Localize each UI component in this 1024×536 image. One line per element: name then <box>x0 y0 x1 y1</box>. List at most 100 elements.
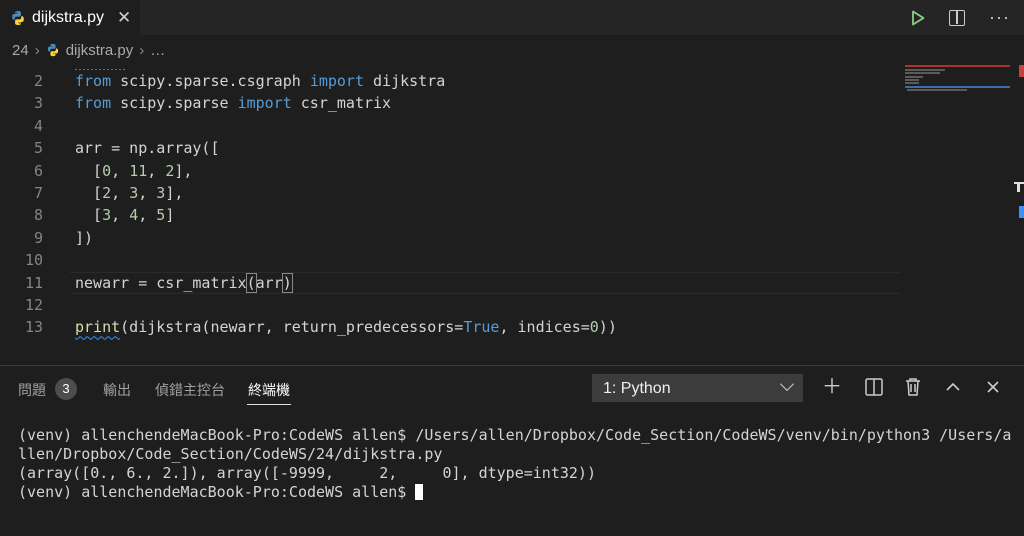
code-token: scipy.sparse <box>111 94 238 113</box>
code-token: [ <box>75 161 103 180</box>
code-token: arr = np.array([ <box>75 139 220 158</box>
code-token: ], <box>174 161 193 180</box>
code-token: (dijkstra(newarr, return_predecessors= <box>120 318 464 337</box>
code-line: 11 newarr = csr_matrix(arr) <box>0 272 1024 294</box>
code-token: ] <box>165 206 175 225</box>
code-line: 10 <box>0 249 1024 271</box>
breadcrumb-folder[interactable]: 24 <box>12 42 29 59</box>
line-number: 2 <box>33 72 43 90</box>
code-line: 13 print(dijkstra(newarr, return_predeces… <box>0 316 1024 338</box>
problems-count-badge: 3 <box>55 378 77 400</box>
code-token: 2 <box>165 161 175 180</box>
code-token: dijkstra <box>364 72 446 90</box>
panel-tabs: 問題 3 輸出 偵錯主控台 終端機 1: Python ＋ <box>0 366 1024 410</box>
tab-problems[interactable]: 問題 <box>18 380 46 400</box>
code-token: print <box>75 318 121 337</box>
code-line: 2 from scipy.sparse.csgraph import dijkst… <box>0 70 1024 92</box>
code-token: , <box>111 206 130 225</box>
code-token: 3 <box>129 184 139 202</box>
terminal-cursor <box>415 484 424 500</box>
code-token: 0 <box>102 161 112 180</box>
split-terminal-icon[interactable] <box>862 375 886 399</box>
code-token: , indices= <box>499 318 590 337</box>
add-icon[interactable]: ＋ <box>820 375 844 399</box>
terminal-line: (venv) allenchendeMacBook-Pro:CodeWS all… <box>18 426 1012 444</box>
terminal-prompt-line: (venv) allenchendeMacBook-Pro:CodeWS all… <box>18 483 1011 502</box>
more-actions-icon[interactable]: ··· <box>989 7 1010 28</box>
code-token: arr <box>255 273 283 292</box>
code-line: 12 <box>0 294 1024 316</box>
code-token: 3 <box>102 206 112 225</box>
code-line: 3 from scipy.sparse import csr_matrix <box>0 92 1024 114</box>
editor-tab-dijkstra[interactable]: dijkstra.py ✕ <box>0 0 140 35</box>
line-number: 3 <box>33 94 43 113</box>
code-text: ]) <box>75 227 93 249</box>
run-icon[interactable] <box>911 10 925 26</box>
code-token: , <box>138 184 157 202</box>
line-number: 9 <box>33 228 43 247</box>
close-icon[interactable]: ✕ <box>117 8 131 28</box>
code-text: from scipy.sparse.csgraph import dijkstr… <box>75 70 445 92</box>
chevron-up-icon[interactable] <box>941 375 965 399</box>
editor-tab-bar: dijkstra.py ✕ ··· <box>0 0 1024 35</box>
tab-filename: dijkstra.py <box>32 8 105 26</box>
code-token: True <box>463 318 500 337</box>
code-token: import <box>237 94 292 113</box>
chevron-right-icon: › <box>34 41 40 59</box>
close-icon[interactable] <box>981 375 1005 399</box>
code-token: from <box>75 72 112 90</box>
code-token: , <box>111 184 130 202</box>
code-line: 7 [2, 3, 3], <box>0 182 1024 204</box>
line-number: 11 <box>24 273 43 292</box>
line-number: 7 <box>33 184 43 202</box>
breadcrumb-file[interactable]: dijkstra.py <box>66 42 134 59</box>
line-number: 13 <box>24 318 43 337</box>
code-token: ) <box>281 272 293 293</box>
terminal-prompt: (venv) allenchendeMacBook-Pro:CodeWS all… <box>18 483 416 501</box>
editor-actions: ··· <box>911 0 1010 35</box>
code-token: 11 <box>129 161 148 180</box>
code-token: 4 <box>129 206 139 225</box>
code-text: arr = np.array([ <box>75 137 220 159</box>
code-text: [0, 11, 2], <box>75 160 192 182</box>
tab-output[interactable]: 輸出 <box>103 380 131 400</box>
code-text: print(dijkstra(newarr, return_predecesso… <box>75 316 617 338</box>
code-token: ( <box>245 272 257 293</box>
terminal-select[interactable]: 1: Python <box>592 374 803 402</box>
code-token: newarr = csr_matrix <box>75 273 247 292</box>
python-file-icon <box>12 10 24 25</box>
code-text: from scipy.sparse import csr_matrix <box>75 92 391 114</box>
code-text: [3, 4, 5] <box>75 204 174 226</box>
line-number: 4 <box>33 116 43 135</box>
code-text: [2, 3, 3], <box>75 182 183 204</box>
code-token: ]) <box>75 228 94 247</box>
code-token: csr_matrix <box>291 94 392 113</box>
code-token: 2 <box>102 184 112 202</box>
breadcrumb-symbols[interactable]: … <box>150 42 165 59</box>
code-token: [ <box>75 184 103 202</box>
code-editor[interactable]: 2 from scipy.sparse.csgraph import dijkst… <box>0 65 1024 365</box>
code-line: 9]) <box>0 227 1024 249</box>
code-token: import <box>309 72 364 90</box>
code-token: ], <box>165 184 184 202</box>
split-editor-icon[interactable] <box>949 9 966 26</box>
code-line: 8 [3, 4, 5] <box>0 204 1024 226</box>
line-number: 6 <box>33 161 43 180</box>
line-number: 10 <box>24 251 43 270</box>
code-token: from <box>75 94 112 113</box>
chevron-right-icon: › <box>139 41 145 59</box>
code-line: 6 [0, 11, 2], <box>0 160 1024 182</box>
code-token: )) <box>598 318 617 337</box>
line-number: 12 <box>24 296 43 314</box>
trash-icon[interactable] <box>901 375 925 399</box>
tab-terminal[interactable]: 終端機 <box>248 380 290 400</box>
breadcrumb: 24 › dijkstra.py › … <box>0 35 1024 65</box>
code-text: newarr = csr_matrix(arr) <box>75 272 293 294</box>
terminal-output[interactable]: (venv) allenchendeMacBook-Pro:CodeWS all… <box>18 426 1011 502</box>
active-tab-indicator <box>247 404 291 405</box>
python-file-icon <box>47 43 58 57</box>
terminal-select-value: 1: Python <box>603 380 671 397</box>
code-token: scipy.sparse.csgraph <box>111 72 310 90</box>
code-line: 5 arr = np.array([ <box>0 137 1024 159</box>
tab-debug-console[interactable]: 偵錯主控台 <box>155 380 225 400</box>
